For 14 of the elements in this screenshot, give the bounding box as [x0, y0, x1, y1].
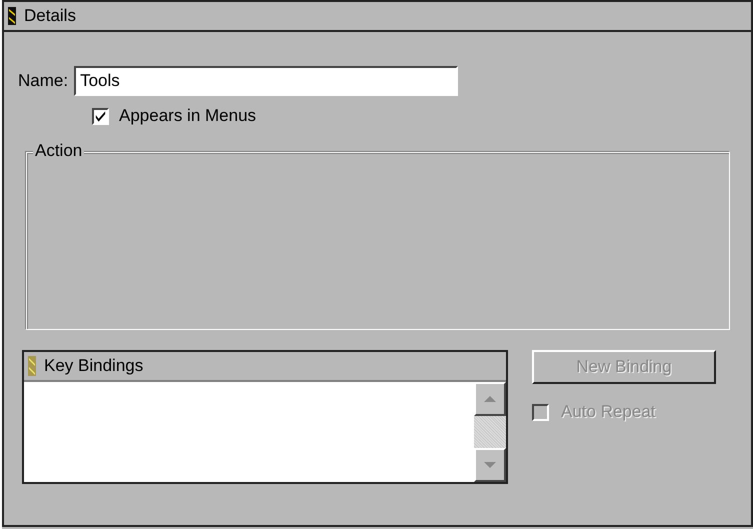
- panel-title: Details: [24, 6, 76, 26]
- down-arrow-icon: [483, 461, 497, 469]
- grip-icon: [8, 7, 16, 25]
- name-label: Name:: [18, 71, 68, 91]
- scroll-down-button[interactable]: [474, 448, 506, 482]
- key-bindings-list[interactable]: Key Bindings: [22, 350, 508, 484]
- checkbox[interactable]: [92, 108, 109, 124]
- scroll-up-button[interactable]: [474, 382, 506, 416]
- grip-icon: [28, 356, 36, 376]
- appears-in-menus-checkbox[interactable]: Appears in Menus: [92, 106, 256, 126]
- list-title: Key Bindings: [44, 356, 144, 376]
- name-field[interactable]: Tools: [74, 66, 458, 96]
- up-arrow-icon: [483, 395, 497, 403]
- scrollbar[interactable]: [474, 382, 506, 482]
